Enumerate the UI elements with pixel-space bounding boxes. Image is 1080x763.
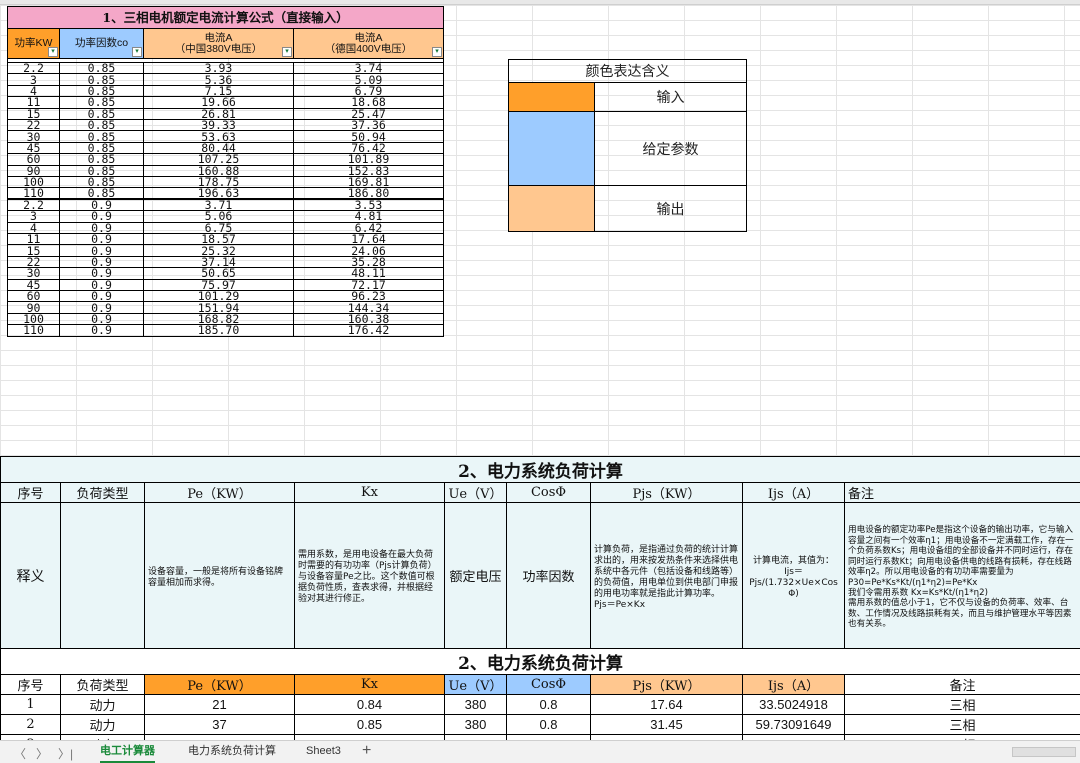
calc-header-kx[interactable]: Kx [294, 674, 445, 695]
filter-dropdown-icon[interactable]: ▾ [132, 47, 142, 57]
spreadsheet-grid[interactable]: 1、三相电机额定电流计算公式（直接输入） 功率KW ▾ 功率因数co ▾ 电流A （… [0, 0, 1080, 740]
filter-dropdown-icon[interactable]: ▾ [432, 47, 443, 57]
calc-header-cos[interactable]: CosΦ [506, 674, 591, 695]
filter-dropdown-icon[interactable]: ▾ [282, 47, 292, 57]
calc-header-type[interactable]: 负荷类型 [60, 674, 145, 695]
legend-label-output[interactable]: 输出 [594, 185, 747, 232]
col-header-pe[interactable]: Pe（KW） [144, 482, 295, 503]
calc-ue[interactable]: 380 [444, 694, 507, 715]
color-legend[interactable]: 颜色表达含义 输入 给定参数 输出 [508, 59, 747, 232]
calc-ue[interactable]: 380 [444, 714, 507, 735]
col-header-pjs[interactable]: Pjs（KW） [590, 482, 743, 503]
load-explanation-table[interactable]: 2、电力系统负荷计算 序号 负荷类型 Pe（KW） Kx Ue（V） CosΦ … [0, 456, 1080, 653]
cell-power[interactable]: 110 [7, 324, 60, 337]
calc-type[interactable]: 动力 [60, 714, 145, 735]
explain-note[interactable]: 用电设备的额定功率Pe是指这个设备的输出功率，它与输入容量之间有一个效率η1；用… [843, 502, 1080, 653]
calc-kx[interactable]: 0.84 [294, 694, 445, 715]
col-header-type[interactable]: 负荷类型 [60, 482, 145, 503]
calc-pe[interactable]: 21 [144, 694, 295, 715]
calc-ijs[interactable]: 33.5024918 [742, 694, 845, 715]
table-row[interactable]: 2 动力 37 0.85 380 0.8 31.45 59.73091649 三相 [0, 714, 1080, 735]
load-calc-table[interactable]: 2、电力系统负荷计算 序号 负荷类型 Pe（KW） Kx Ue（V） CosΦ … [0, 648, 1080, 740]
load-section-title[interactable]: 2、电力系统负荷计算 [0, 456, 1080, 483]
calc-pe[interactable]: 37 [144, 714, 295, 735]
col-header-ijs[interactable]: Ijs（A） [742, 482, 845, 503]
explain-pjs[interactable]: 计算负荷，是指通过负荷的统计计算求出的，用来按发热条件来选择供电系统中各元件（包… [590, 502, 743, 653]
calc-index[interactable]: 1 [0, 694, 61, 715]
tab-calculator[interactable]: 电工计算器 [100, 741, 155, 763]
explain-type-cell[interactable] [60, 502, 145, 653]
calc-header-ue[interactable]: Ue（V） [444, 674, 507, 695]
prev-sheet-icon[interactable]: 〈 [14, 745, 26, 762]
col-header-note[interactable]: 备注 [843, 482, 1080, 503]
calc-pjs[interactable]: 31.45 [590, 714, 743, 735]
legend-title[interactable]: 颜色表达含义 [508, 59, 747, 83]
legend-swatch-param[interactable] [508, 111, 595, 186]
header-power[interactable]: 功率KW ▾ [7, 28, 60, 59]
calc-header-pjs[interactable]: Pjs（KW） [590, 674, 743, 695]
calc-header-pe[interactable]: Pe（KW） [144, 674, 295, 695]
calc-kx[interactable]: 0.85 [294, 714, 445, 735]
calc-cos[interactable]: 0.8 [506, 714, 591, 735]
calc-header-note[interactable]: 备注 [843, 674, 1080, 695]
calc-pjs[interactable]: 17.64 [590, 694, 743, 715]
header-power-factor[interactable]: 功率因数co ▾ [59, 28, 144, 59]
add-sheet-icon[interactable]: + [362, 741, 371, 763]
horizontal-scrollbar[interactable] [1012, 747, 1076, 757]
calc-note[interactable]: 三相 [843, 694, 1080, 715]
header-current-cn[interactable]: 电流A （中国380V电压） ▾ [143, 28, 294, 59]
explain-ue[interactable]: 额定电压 [444, 502, 507, 653]
calc-note[interactable]: 三相 [843, 714, 1080, 735]
calc-type[interactable]: 动力 [60, 694, 145, 715]
tab-sheet3[interactable]: Sheet3 [306, 741, 341, 763]
explain-row-label[interactable]: 释义 [0, 502, 61, 653]
calc-section-title[interactable]: 2、电力系统负荷计算 [0, 648, 1080, 675]
cell-current-cn[interactable]: 185.70 [143, 324, 294, 337]
last-sheet-icon[interactable]: 〉| [58, 745, 73, 762]
col-header-cos[interactable]: CosΦ [506, 482, 591, 503]
tab-load-calc[interactable]: 电力系统负荷计算 [188, 741, 276, 763]
motor-current-table[interactable]: 1、三相电机额定电流计算公式（直接输入） 功率KW ▾ 功率因数co ▾ 电流A （… [6, 6, 445, 337]
header-current-de[interactable]: 电流A （德国400V电压） ▾ [292, 28, 445, 59]
motor-table-title[interactable]: 1、三相电机额定电流计算公式（直接输入） [6, 6, 445, 29]
next-sheet-icon[interactable]: 〉 [36, 745, 48, 762]
explain-ijs[interactable]: 计算电流，其值为： Ijs＝ Pjs/(1.732×Ue×Cos Φ) [742, 502, 845, 653]
legend-label-param[interactable]: 给定参数 [594, 111, 747, 186]
col-header-kx[interactable]: Kx [294, 482, 445, 503]
legend-label-input[interactable]: 输入 [594, 82, 747, 112]
col-header-index[interactable]: 序号 [0, 482, 61, 503]
cell-power-factor[interactable]: 0.9 [59, 324, 144, 337]
col-header-ue[interactable]: Ue（V） [444, 482, 507, 503]
legend-swatch-output[interactable] [508, 185, 595, 232]
table-row[interactable]: 110 0.9 185.70 176.42 [7, 324, 445, 337]
calc-header-ijs[interactable]: Ijs（A） [742, 674, 845, 695]
legend-swatch-input[interactable] [508, 82, 595, 112]
filter-dropdown-icon[interactable]: ▾ [48, 47, 58, 57]
explain-cos[interactable]: 功率因数 [506, 502, 591, 653]
calc-index[interactable]: 2 [0, 714, 61, 735]
cell-current-de[interactable]: 176.42 [292, 324, 445, 337]
explain-kx[interactable]: 需用系数，是用电设备在最大负荷时需要的有功功率（Pjs计算负荷）与设备容量Pe之… [294, 502, 445, 653]
calc-header-index[interactable]: 序号 [0, 674, 61, 695]
table-row[interactable]: 1 动力 21 0.84 380 0.8 17.64 33.5024918 三相 [0, 694, 1080, 715]
sheet-tab-bar: 〈 〉 〉| 电工计算器 电力系统负荷计算 Sheet3 + [0, 740, 1080, 763]
calc-cos[interactable]: 0.8 [506, 694, 591, 715]
calc-ijs[interactable]: 59.73091649 [742, 714, 845, 735]
explain-pe[interactable]: 设备容量，一般是将所有设备铭牌容量相加而求得。 [144, 502, 295, 653]
